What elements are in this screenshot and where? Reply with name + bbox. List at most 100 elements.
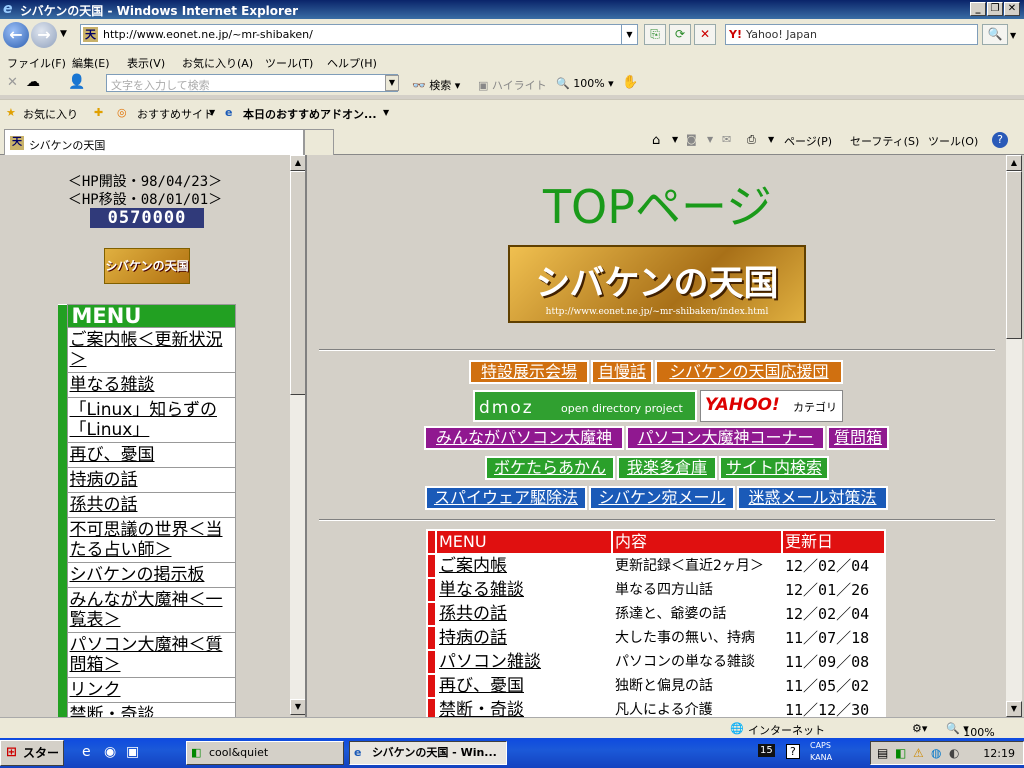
left-menu-item[interactable]: リンク (66, 677, 236, 703)
left-menu-item[interactable]: 不可思議の世界＜当たる占い師＞ (66, 517, 236, 563)
home-dropdown-icon[interactable]: ▼ (672, 135, 678, 144)
row-menu-link[interactable]: 再び、憂国 (435, 673, 613, 699)
row-menu-link[interactable]: 持病の話 (435, 625, 613, 651)
link-garakuta[interactable]: 我楽多倉庫 (617, 456, 717, 480)
dmoz-link[interactable]: dmoz open directory project (473, 390, 697, 422)
tools-menu[interactable]: ツール(O) (928, 133, 978, 149)
close-toolbar-icon[interactable]: ✕ (7, 75, 18, 90)
start-button[interactable]: ⊞ スタート (0, 740, 64, 766)
task-ie[interactable]: e シバケンの天国 - Win... (349, 741, 507, 765)
main-scroll-up-icon[interactable]: ▲ (1006, 155, 1022, 171)
left-scrollbar[interactable]: ▲ ▼ (290, 155, 305, 715)
addon-link[interactable]: 本日のおすすめアドオン... (243, 106, 377, 122)
menu-file[interactable]: ファイル(F) (7, 55, 66, 71)
site-banner[interactable]: シバケンの天国 http://www.eonet.ne.jp/~mr-shiba… (508, 245, 806, 323)
print-icon[interactable]: ⎙ (747, 133, 756, 147)
print-dropdown-icon[interactable]: ▼ (768, 135, 774, 144)
left-menu-item[interactable]: パソコン大魔神＜質問箱＞ (66, 632, 236, 678)
quicklaunch-media-icon[interactable]: ◉ (104, 744, 116, 760)
feeds-dropdown-icon[interactable]: ▼ (707, 135, 713, 144)
compat-view-button[interactable]: ⎘ (644, 24, 666, 45)
quicklaunch-ie-icon[interactable]: e (82, 744, 91, 760)
menu-edit[interactable]: 編集(E) (72, 55, 110, 71)
link-spyware[interactable]: スパイウェア駆除法 (425, 486, 587, 510)
link-spam[interactable]: 迷惑メール対策法 (737, 486, 888, 510)
tray-security-icon[interactable]: ◐ (949, 746, 959, 760)
left-menu-item[interactable]: 孫共の話 (66, 492, 236, 518)
ime-help-icon[interactable]: ? (786, 744, 800, 759)
link-site-search[interactable]: サイト内検索 (719, 456, 829, 480)
add-favorites-icon[interactable]: ✚ (94, 106, 103, 119)
home-icon[interactable]: ⌂ (652, 133, 660, 148)
search-input[interactable]: Y! Yahoo! Japan (725, 24, 978, 45)
left-menu-item-label[interactable]: 禁断・奇談 (70, 705, 155, 717)
address-bar[interactable]: 天 http://www.eonet.ne.jp/~mr-shibaken/ ▼ (80, 24, 638, 45)
menu-help[interactable]: ヘルプ(H) (327, 55, 377, 71)
toolbar-logo-icon[interactable]: ☁ (26, 74, 40, 90)
tray-network-icon[interactable]: ▤ (877, 746, 888, 760)
toolbar-search-input[interactable]: 文字を入力して検索 (106, 74, 398, 92)
mail-icon[interactable]: ✉ (722, 133, 731, 146)
row-menu-link[interactable]: 孫共の話 (435, 601, 613, 627)
menu-view[interactable]: 表示(V) (127, 55, 165, 71)
back-button[interactable]: ← (3, 22, 29, 48)
link-question-box[interactable]: 質問箱 (827, 426, 889, 450)
left-scroll-up-icon[interactable]: ▲ (290, 155, 305, 171)
hand-icon[interactable]: ✋ (622, 75, 638, 90)
left-menu-item-label[interactable]: みんなが大魔神＜一覧表＞ (70, 590, 223, 630)
favorites-button[interactable]: お気に入り (23, 106, 78, 122)
link-everyone-pc[interactable]: みんながパソコン大魔神 (424, 426, 624, 450)
left-menu-item[interactable]: シバケンの掲示板 (66, 562, 236, 588)
tray-warning-icon[interactable]: ⚠ (913, 746, 924, 760)
search-options-icon[interactable]: ▼ (1010, 31, 1016, 40)
page-menu[interactable]: ページ(P) (784, 133, 832, 149)
address-dropdown-icon[interactable]: ▼ (621, 25, 637, 44)
left-scroll-down-icon[interactable]: ▼ (290, 699, 305, 715)
zoom-button[interactable]: 🔍 100% ▾ (556, 77, 614, 90)
left-menu-item[interactable]: 禁断・奇談 (66, 702, 236, 717)
status-zoom[interactable]: 🔍 100% ▾ (946, 722, 995, 739)
favorites-star-icon[interactable]: ★ (6, 106, 16, 119)
search-button[interactable]: 🔍 (982, 24, 1008, 45)
left-menu-item[interactable]: 持病の話 (66, 467, 236, 493)
toolbar-search-dropdown-icon[interactable]: ▼ (385, 75, 399, 91)
new-tab-button[interactable] (304, 129, 334, 155)
restore-button[interactable]: ❐ (987, 2, 1003, 16)
tray-cpu-icon[interactable]: ◧ (895, 746, 906, 760)
yahoo-category-link[interactable]: YAHOO! カテゴリ (700, 390, 843, 422)
recommended-sites-link[interactable]: おすすめサイト (137, 106, 214, 122)
help-icon[interactable]: ? (992, 132, 1008, 148)
tab-current[interactable]: 天 シバケンの天国 (4, 129, 304, 155)
row-menu-link[interactable]: パソコン雑談 (435, 649, 613, 675)
row-menu-link[interactable]: 単なる雑談 (435, 577, 613, 603)
main-scroll-thumb[interactable] (1006, 171, 1022, 339)
link-supporters[interactable]: シバケンの天国応援団 (655, 360, 843, 384)
task-coolquiet[interactable]: ◧ cool&quiet (186, 741, 344, 765)
row-menu-link[interactable]: 禁断・奇談 (435, 697, 613, 717)
main-scrollbar[interactable]: ▲ ▼ (1006, 155, 1022, 717)
link-exhibit[interactable]: 特設展示会場 (469, 360, 589, 384)
left-menu-item[interactable]: 単なる雑談 (66, 372, 236, 398)
link-boke[interactable]: ボケたらあかん (485, 456, 615, 480)
toolbar-user-icon[interactable]: 👤 (68, 74, 85, 90)
recommended-dropdown-icon[interactable]: ▼ (209, 108, 215, 117)
safety-menu[interactable]: セーフティ(S) (850, 133, 919, 149)
left-menu-item-label[interactable]: リンク (70, 680, 121, 700)
menu-tools[interactable]: ツール(T) (265, 55, 313, 71)
left-menu-item[interactable]: ご案内帳＜更新状況＞ (66, 327, 236, 373)
left-menu-item-label[interactable]: 「Linux」知らずの「Linux」 (70, 400, 217, 440)
left-menu-item[interactable]: みんなが大魔神＜一覧表＞ (66, 587, 236, 633)
left-menu-item[interactable]: 再び、憂国 (66, 442, 236, 468)
link-mail[interactable]: シバケン宛メール (589, 486, 735, 510)
left-menu-item-label[interactable]: 単なる雑談 (70, 375, 155, 395)
row-menu-link[interactable]: ご案内帳 (435, 553, 613, 579)
left-scroll-thumb[interactable] (290, 171, 305, 395)
left-menu-item-label[interactable]: 再び、憂国 (70, 445, 155, 465)
ime-icon[interactable]: 15 (758, 744, 775, 757)
left-menu-item[interactable]: 「Linux」知らずの「Linux」 (66, 397, 236, 443)
left-menu-item-label[interactable]: 孫共の話 (70, 495, 138, 515)
link-boast[interactable]: 自慢話 (591, 360, 653, 384)
site-logo-small[interactable]: シバケンの天国 (104, 248, 190, 284)
forward-button[interactable]: → (31, 22, 57, 48)
menu-favorites[interactable]: お気に入り(A) (182, 55, 253, 71)
